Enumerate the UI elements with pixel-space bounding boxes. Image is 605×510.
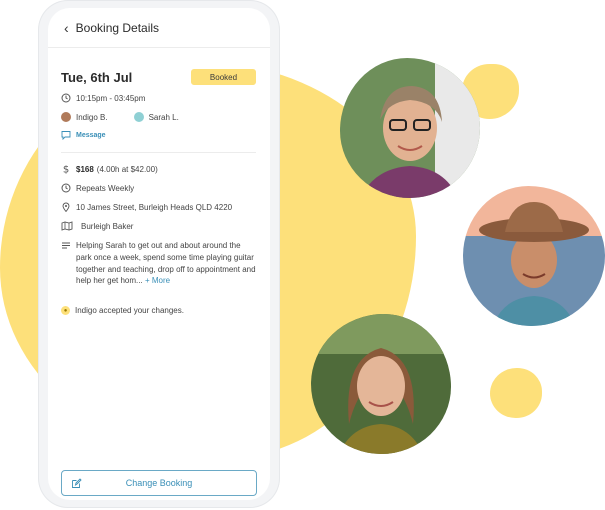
chat-bubble-icon	[61, 130, 71, 140]
location-pin-icon	[61, 202, 71, 212]
repeat-text: Repeats Weekly	[76, 183, 135, 193]
portrait-man-hat	[463, 186, 605, 326]
price-row: $ $168 (4.00h at $42.00)	[61, 164, 158, 175]
booking-details-screen: ‹ Booking Details Tue, 6th Jul Booked 10…	[48, 8, 270, 500]
phone-frame: ‹ Booking Details Tue, 6th Jul Booked 10…	[38, 0, 280, 508]
page-title: Booking Details	[75, 20, 160, 35]
address-row: 10 James Street, Burleigh Heads QLD 4220	[61, 202, 232, 212]
avatar	[133, 112, 144, 122]
message-row[interactable]: Message	[61, 130, 106, 140]
change-booking-button[interactable]: Change Booking	[61, 470, 257, 496]
chevron-left-icon[interactable]: ‹	[64, 21, 69, 35]
person-name[interactable]: Indigo B.	[76, 113, 108, 122]
activity-text: Burleigh Baker	[81, 221, 134, 231]
price-detail: (4.00h at $42.00)	[96, 164, 158, 174]
status-badge: Booked	[191, 69, 256, 85]
portrait-woman-glasses	[340, 58, 480, 198]
notes-icon	[61, 241, 71, 251]
booking-description: Helping Sarah to get out and about aroun…	[76, 240, 258, 287]
clock-icon	[61, 183, 71, 193]
price-amount: $168	[76, 164, 94, 174]
activity-row: Burleigh Baker	[61, 221, 133, 231]
divider	[61, 152, 256, 153]
clock-icon	[61, 93, 71, 103]
map-icon	[61, 221, 73, 231]
repeat-row: Repeats Weekly	[61, 183, 134, 193]
change-booking-label: Change Booking	[125, 478, 193, 488]
avatar	[61, 112, 71, 122]
svg-text:$: $	[63, 165, 69, 175]
top-bar: ‹ Booking Details	[48, 8, 270, 48]
time-text: 10:15pm - 03:45pm	[76, 93, 146, 103]
notification-dot-icon: ●	[61, 306, 70, 315]
dollar-icon: $	[61, 164, 71, 175]
accepted-notice: ● Indigo accepted your changes.	[61, 306, 184, 315]
more-link[interactable]: + More	[145, 276, 170, 285]
booking-date: Tue, 6th Jul	[61, 70, 133, 85]
accepted-text: Indigo accepted your changes.	[75, 306, 184, 315]
edit-icon	[71, 478, 82, 489]
time-row: 10:15pm - 03:45pm	[61, 93, 145, 103]
yellow-dot-decoration	[490, 368, 542, 418]
address-text: 10 James Street, Burleigh Heads QLD 4220	[76, 202, 233, 212]
portrait-young-woman	[311, 314, 451, 454]
person-name[interactable]: Sarah L.	[149, 113, 179, 122]
people-row: Indigo B. Sarah L.	[61, 112, 179, 122]
message-link[interactable]: Message	[76, 132, 106, 139]
